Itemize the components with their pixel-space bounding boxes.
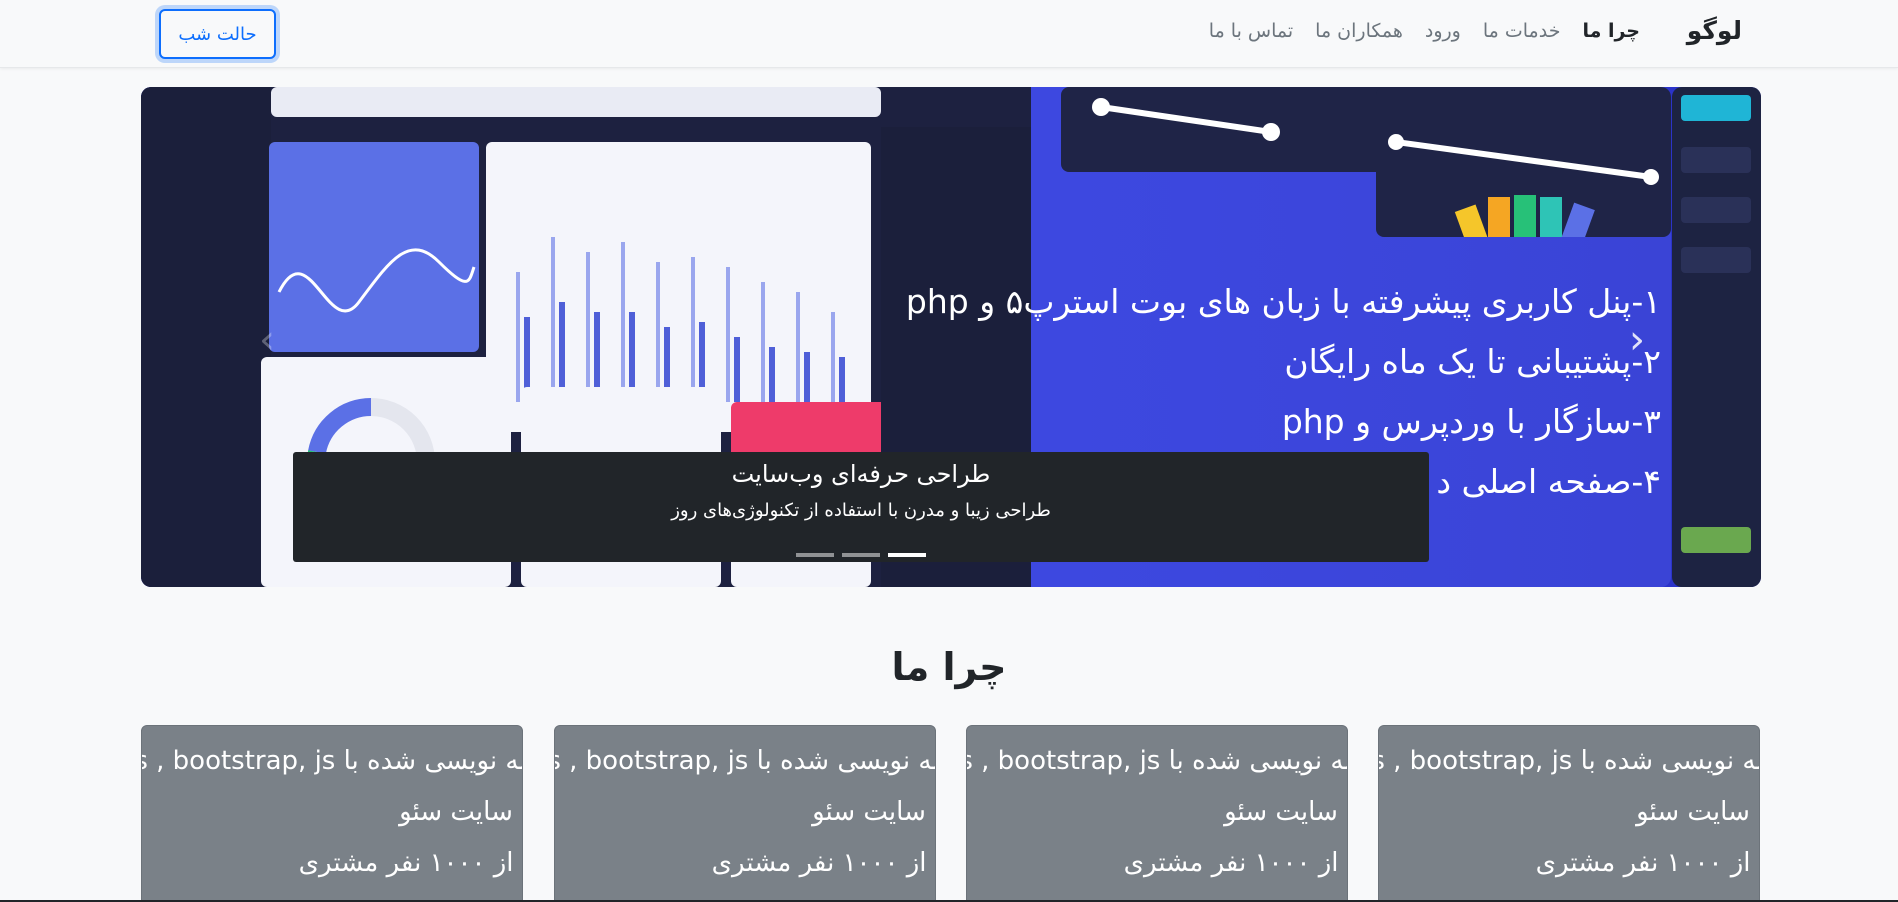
mockup-gauge-icon (1388, 134, 1659, 250)
card-line: برنامه نویسی شده با css , bootstrap, js … (967, 746, 1347, 776)
feature-cards: برنامه نویسی شده با css , bootstrap, js … (141, 725, 1761, 902)
slide-line: ۲-پشتیبانی تا یک ماه رایگان (1284, 342, 1661, 381)
mockup-topbar (271, 87, 881, 117)
card-line: بیش از ۱۰۰۰ نفر مشتری (1123, 848, 1347, 878)
section-title: چرا ما (891, 645, 1007, 689)
card-line: برنامه نویسی شده با css , bootstrap, js … (1379, 746, 1759, 776)
nav-link-contact[interactable]: تماس با ما (1209, 20, 1293, 42)
mockup-wave-icon (277, 248, 476, 313)
mockup-kpi-card (269, 142, 479, 352)
card-line: بهینه سایت سئو (1224, 797, 1347, 827)
carousel-indicators (293, 553, 1429, 557)
card-line: برنامه نویسی شده با css , bootstrap, js … (555, 746, 935, 776)
mockup-slider-icon (1092, 98, 1280, 141)
nav-link-partners[interactable]: همکاران ما (1315, 20, 1403, 42)
mockup-gauge-card (1376, 87, 1671, 250)
carousel-next-button[interactable]: › (1629, 317, 1645, 363)
carousel-indicator[interactable] (796, 553, 834, 557)
feature-card: برنامه نویسی شده با css , bootstrap, js … (1378, 725, 1760, 902)
card-line: بیش از ۱۰۰۰ نفر مشتری (298, 848, 522, 878)
mockup-sidebar (141, 87, 271, 587)
brand-logo[interactable]: لوگو (1687, 16, 1742, 45)
nav-link-why-us[interactable]: چرا ما (1582, 20, 1640, 42)
chevron-right-icon: › (1629, 317, 1645, 363)
nav-link-login[interactable]: ورود (1425, 20, 1461, 42)
feature-card: برنامه نویسی شده با css , bootstrap, js … (141, 725, 523, 902)
chevron-left-icon: ‹ (259, 317, 275, 363)
preview-chip (1681, 247, 1751, 273)
preview-chip (1681, 147, 1751, 173)
card-line: بهینه سایت سئو (399, 797, 522, 827)
carousel-next-slide-preview (1672, 87, 1761, 587)
card-line: بهینه سایت سئو (812, 797, 935, 827)
navbar: لوگو چرا ما خدمات ما ورود همکاران ما تما… (0, 0, 1898, 68)
preview-chip (1681, 527, 1751, 553)
preview-chip (1681, 95, 1751, 121)
preview-chip (1681, 197, 1751, 223)
card-line: بیش از ۱۰۰۰ نفر مشتری (711, 848, 935, 878)
hero-carousel: ۱-پنل کاربری پیشرفته با زبان های بوت است… (141, 87, 1761, 587)
card-line: بیش از ۱۰۰۰ نفر مشتری (1535, 848, 1759, 878)
night-mode-button[interactable]: حالت شب (159, 9, 276, 59)
card-line: برنامه نویسی شده با css , bootstrap, js … (142, 746, 522, 776)
carousel-prev-button[interactable]: ‹ (259, 317, 275, 363)
carousel-indicator-active[interactable] (888, 553, 926, 557)
carousel-indicator[interactable] (842, 553, 880, 557)
feature-card: برنامه نویسی شده با css , bootstrap, js … (966, 725, 1348, 902)
caption-title: طراحی حرفه‌ای وب‌سایت (731, 460, 991, 488)
caption-text: طراحی زیبا و مدرن با استفاده از تکنولوژی… (671, 500, 1051, 521)
nav-links: چرا ما خدمات ما ورود همکاران ما تماس با … (1209, 20, 1640, 42)
feature-card: برنامه نویسی شده با css , bootstrap, js … (554, 725, 936, 902)
slide-line: ۳-سازگار با وردپرس و php (1281, 402, 1661, 441)
card-line: بهینه سایت سئو (1636, 797, 1759, 827)
carousel-caption: طراحی حرفه‌ای وب‌سایت طراحی زیبا و مدرن … (293, 452, 1429, 562)
slide-line: ۱-پنل کاربری پیشرفته با زبان های بوت است… (905, 282, 1661, 321)
mockup-slider-card (1061, 87, 1401, 172)
nav-link-services[interactable]: خدمات ما (1483, 20, 1561, 42)
